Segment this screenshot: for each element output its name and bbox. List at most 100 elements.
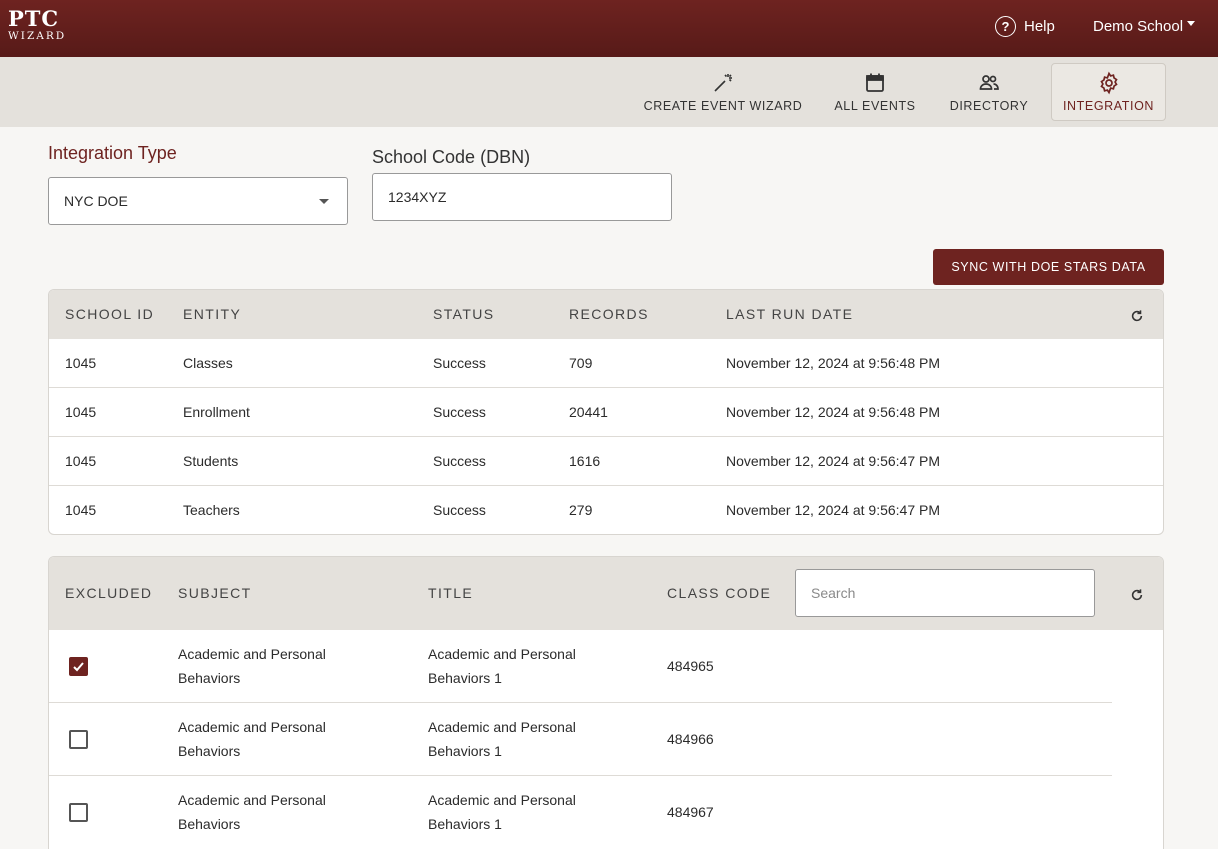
cell-status: Success xyxy=(433,502,486,518)
help-icon: ? xyxy=(995,16,1016,37)
cell-entity: Classes xyxy=(183,355,233,371)
header-status: STATUS xyxy=(433,306,495,322)
magic-wand-icon xyxy=(714,74,732,92)
header-entity: ENTITY xyxy=(183,306,242,322)
table-row: 1045 Teachers Success 279 November 12, 2… xyxy=(49,486,1163,534)
table-row: 1045 Students Success 1616 November 12, … xyxy=(49,437,1163,486)
search-placeholder: Search xyxy=(811,585,856,601)
cell-entity: Teachers xyxy=(183,502,240,518)
nav-label: ALL EVENTS xyxy=(834,99,916,113)
top-bar: PTC WIZARD ? Help Demo School xyxy=(0,0,1218,57)
cell-title: Academic and Personal Behaviors 1 xyxy=(428,715,576,763)
people-icon xyxy=(979,75,999,90)
school-code-input[interactable]: 1234XYZ xyxy=(372,173,672,221)
nav-label: INTEGRATION xyxy=(1062,99,1155,113)
subject-line: Academic and Personal xyxy=(178,792,326,808)
nav-all-events[interactable]: ALL EVENTS xyxy=(826,63,924,121)
integration-type-value: NYC DOE xyxy=(64,193,128,209)
subject-line: Behaviors xyxy=(178,743,241,759)
cell-title: Academic and Personal Behaviors 1 xyxy=(428,788,576,836)
table-row: Academic and Personal Behaviors Academic… xyxy=(49,630,1112,703)
classes-table: EXCLUDED SUBJECT TITLE CLASS CODE Search… xyxy=(48,556,1164,849)
school-label: Demo School xyxy=(1093,18,1184,35)
help-label: Help xyxy=(1024,18,1055,35)
sync-status-table: SCHOOL ID ENTITY STATUS RECORDS LAST RUN… xyxy=(48,289,1164,535)
cell-records: 279 xyxy=(569,502,593,518)
cell-subject: Academic and Personal Behaviors xyxy=(178,788,326,836)
caret-down-icon xyxy=(1187,21,1196,26)
cell-records: 1616 xyxy=(569,453,601,469)
school-dropdown[interactable]: Demo School xyxy=(1093,18,1196,35)
title-line: Behaviors 1 xyxy=(428,816,502,832)
nav-create-event-wizard[interactable]: CREATE EVENT WIZARD xyxy=(640,63,806,121)
cell-class-code: 484967 xyxy=(667,804,714,820)
calendar-icon xyxy=(866,73,884,92)
cell-last-run: November 12, 2024 at 9:56:47 PM xyxy=(726,502,941,518)
excluded-checkbox[interactable] xyxy=(69,657,88,676)
refresh-icon[interactable] xyxy=(1130,309,1144,323)
table-row: Academic and Personal Behaviors Academic… xyxy=(49,776,1112,849)
cell-subject: Academic and Personal Behaviors xyxy=(178,715,326,763)
header-last-run-date: LAST RUN DATE xyxy=(726,306,854,322)
header-records: RECORDS xyxy=(569,306,649,322)
nav-label: DIRECTORY xyxy=(949,99,1029,113)
table-row: Academic and Personal Behaviors Academic… xyxy=(49,703,1112,776)
logo-subtitle: WIZARD xyxy=(8,30,67,42)
school-code-label: School Code (DBN) xyxy=(372,147,531,167)
gear-icon xyxy=(1099,71,1118,95)
subject-line: Behaviors xyxy=(178,816,241,832)
cell-entity: Enrollment xyxy=(183,404,250,420)
school-code-value: 1234XYZ xyxy=(388,189,447,205)
nav-directory[interactable]: DIRECTORY xyxy=(942,63,1036,121)
table-row: 1045 Enrollment Success 20441 November 1… xyxy=(49,388,1163,437)
logo-title: PTC xyxy=(8,6,60,31)
nav-label: CREATE EVENT WIZARD xyxy=(643,99,803,113)
cell-records: 20441 xyxy=(569,404,608,420)
cell-subject: Academic and Personal Behaviors xyxy=(178,642,326,690)
header-school-id: SCHOOL ID xyxy=(65,306,155,322)
title-line: Academic and Personal xyxy=(428,719,576,735)
cell-records: 709 xyxy=(569,355,593,371)
sync-button[interactable]: SYNC WITH DOE STARS DATA xyxy=(933,249,1164,285)
search-input[interactable]: Search xyxy=(795,569,1095,617)
title-line: Behaviors 1 xyxy=(428,670,502,686)
app-logo[interactable]: PTC WIZARD xyxy=(8,8,72,46)
cell-school-id: 1045 xyxy=(65,453,97,469)
excluded-checkbox[interactable] xyxy=(69,730,88,749)
cell-school-id: 1045 xyxy=(65,502,97,518)
cell-title: Academic and Personal Behaviors 1 xyxy=(428,642,576,690)
table-header: SCHOOL ID ENTITY STATUS RECORDS LAST RUN… xyxy=(49,290,1163,339)
cell-school-id: 1045 xyxy=(65,404,97,420)
table-row: 1045 Classes Success 709 November 12, 20… xyxy=(49,339,1163,388)
checkmark-icon xyxy=(73,662,84,672)
main-nav: CREATE EVENT WIZARD ALL EVENTS DIRECTORY… xyxy=(0,57,1218,127)
subject-line: Academic and Personal xyxy=(178,646,326,662)
title-line: Behaviors 1 xyxy=(428,743,502,759)
subject-line: Academic and Personal xyxy=(178,719,326,735)
cell-status: Success xyxy=(433,404,486,420)
integration-type-label: Integration Type xyxy=(48,143,177,163)
header-excluded: EXCLUDED xyxy=(65,585,153,601)
subject-line: Behaviors xyxy=(178,670,241,686)
cell-last-run: November 12, 2024 at 9:56:48 PM xyxy=(726,404,941,420)
cell-last-run: November 12, 2024 at 9:56:47 PM xyxy=(726,453,941,469)
help-link[interactable]: ? Help xyxy=(995,16,1055,37)
cell-entity: Students xyxy=(183,453,239,469)
refresh-icon[interactable] xyxy=(1130,588,1144,602)
dropdown-arrow-icon xyxy=(319,199,329,204)
header-title: TITLE xyxy=(428,585,474,601)
title-line: Academic and Personal xyxy=(428,792,576,808)
cell-status: Success xyxy=(433,355,486,371)
integration-type-select[interactable]: NYC DOE xyxy=(48,177,348,225)
table-header: EXCLUDED SUBJECT TITLE CLASS CODE Search xyxy=(49,557,1163,630)
cell-school-id: 1045 xyxy=(65,355,97,371)
header-subject: SUBJECT xyxy=(178,585,252,601)
cell-class-code: 484966 xyxy=(667,731,714,747)
excluded-checkbox[interactable] xyxy=(69,803,88,822)
cell-last-run: November 12, 2024 at 9:56:48 PM xyxy=(726,355,941,371)
header-class-code: CLASS CODE xyxy=(667,585,772,601)
cell-class-code: 484965 xyxy=(667,658,714,674)
cell-status: Success xyxy=(433,453,486,469)
title-line: Academic and Personal xyxy=(428,646,576,662)
nav-integration[interactable]: INTEGRATION xyxy=(1051,63,1166,121)
